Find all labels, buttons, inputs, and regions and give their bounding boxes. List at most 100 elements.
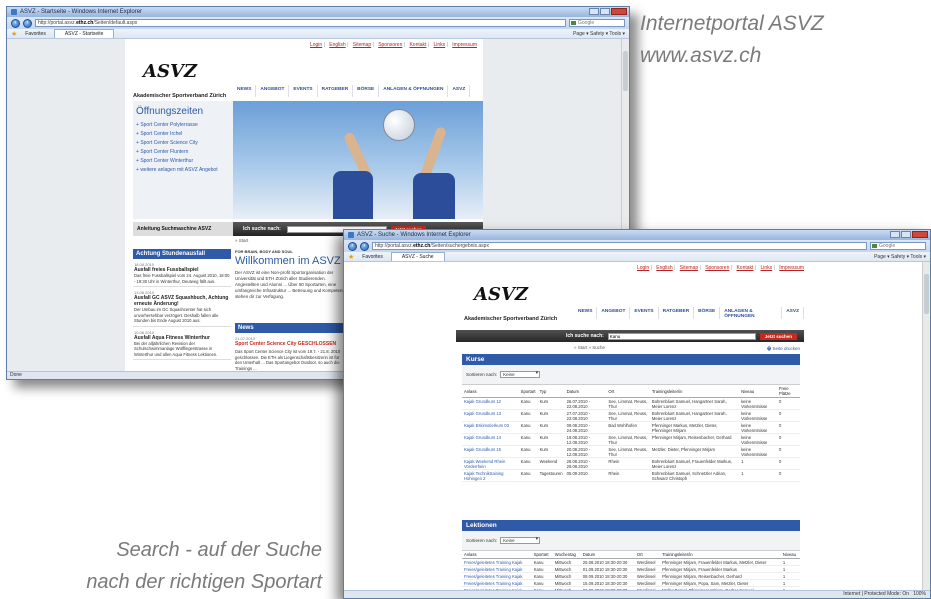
print-page-link[interactable]: 🖶 Seite drucken — [767, 345, 800, 353]
column-header[interactable]: Anlass — [462, 385, 519, 398]
back-button[interactable]: ‹ — [11, 18, 20, 28]
command-bar-tools[interactable]: Page ▾ Safety ▾ Tools ▾ — [874, 254, 926, 260]
top-link[interactable]: English — [329, 42, 345, 48]
nav-item[interactable]: EVENTS — [630, 307, 659, 319]
result-link[interactable]: Kajak Grundkurs 13 — [462, 409, 519, 422]
tab-startseite[interactable]: ASVZ - Startseite — [53, 29, 115, 38]
result-link[interactable]: Kajak Weekend Rhein Vorderrhein — [462, 457, 519, 470]
result-link[interactable]: Kajak Grundkurs 14 — [462, 433, 519, 446]
opening-hours-link[interactable]: Sport Center Winterthur — [136, 157, 230, 166]
result-link[interactable]: Kajak Eskimotierkurs 03 — [462, 421, 519, 434]
notice-headline[interactable]: Ausfall GC ASVZ Squashbuch, Achtung erne… — [134, 295, 230, 307]
nav-item[interactable]: BÖRSE — [694, 307, 721, 319]
column-header[interactable]: Niveau — [780, 551, 800, 559]
column-header[interactable]: Datum — [564, 385, 607, 398]
table-cell: 1 — [780, 558, 800, 566]
command-bar-tools[interactable]: Page ▾ Safety ▾ Tools ▾ — [573, 31, 625, 37]
result-link[interactable]: Kajak Grundkurs 12 — [462, 397, 519, 410]
scrollbar-thumb[interactable] — [623, 51, 628, 91]
top-link[interactable]: Sitemap — [680, 265, 698, 271]
top-link[interactable]: Sitemap — [353, 42, 371, 48]
site-search-input[interactable]: Kanu — [607, 332, 756, 340]
top-link[interactable]: Links — [761, 265, 773, 271]
top-link[interactable]: Impressum — [452, 42, 477, 48]
result-link[interactable]: Freies/geleitetes Training Kajak — [462, 558, 532, 566]
lektionen-sort-select[interactable]: Keine — [500, 537, 541, 544]
url-field[interactable]: http://portal.asvz.ethz.ch/Seiten/defaul… — [35, 19, 566, 27]
kurse-sort-select[interactable]: Keine — [500, 371, 541, 378]
result-link[interactable]: Kajak Techniktraining Hohingen 2 — [462, 469, 519, 482]
column-header[interactable]: Ort — [606, 385, 650, 398]
nav-item[interactable]: RATGEBER — [318, 85, 354, 97]
nav-item[interactable]: RATGEBER — [659, 307, 695, 319]
column-header[interactable]: Anlass — [462, 551, 532, 559]
window-titlebar[interactable]: ASVZ - Startseite - Windows Internet Exp… — [7, 7, 629, 17]
top-link[interactable]: Sponsoren — [378, 42, 402, 48]
column-header[interactable]: Sportart — [531, 551, 553, 559]
nav-item[interactable]: ANLAGEN & ÖFFNUNGEN — [379, 85, 449, 97]
result-link[interactable]: Freies/geleitetes Training Kajak — [462, 572, 532, 580]
column-header[interactable]: Trainingsleiter/in — [649, 385, 740, 398]
opening-hours-link[interactable]: Sport Center Polyterrasse — [136, 121, 230, 130]
zoom-level[interactable]: 100% — [913, 591, 926, 597]
favorites-star-icon[interactable]: ★ — [11, 30, 17, 38]
asvz-logo[interactable]: ASVZ — [143, 61, 197, 82]
vertical-scrollbar[interactable] — [922, 262, 930, 590]
window-titlebar[interactable]: ASVZ - Suche - Windows Internet Explorer — [344, 230, 930, 240]
favorites-label[interactable]: Favorites — [362, 254, 383, 260]
search-input[interactable]: Google — [870, 242, 926, 250]
scrollbar-thumb[interactable] — [924, 274, 929, 314]
nav-item[interactable]: ANLAGEN & ÖFFNUNGEN — [720, 307, 783, 319]
top-link[interactable]: Kontakt — [736, 265, 753, 271]
top-link[interactable]: Impressum — [779, 265, 804, 271]
favorites-star-icon[interactable]: ★ — [348, 253, 354, 261]
minimize-button[interactable] — [890, 231, 900, 238]
column-header[interactable]: Sportart — [518, 385, 538, 398]
result-link[interactable]: Freies/geleitetes Training Kajak — [462, 565, 532, 573]
minimize-button[interactable] — [589, 8, 599, 15]
search-input[interactable]: Google — [569, 19, 625, 27]
url-field[interactable]: http://portal.asvz.ethz.ch/Seiten/sucher… — [372, 242, 867, 250]
tab-suche[interactable]: ASVZ - Suche — [390, 252, 445, 261]
column-header[interactable]: Trainingsleiter/in — [660, 551, 781, 559]
nav-item[interactable]: ANGEBOT — [256, 85, 290, 97]
nav-item[interactable]: ANGEBOT — [597, 307, 631, 319]
column-header[interactable]: Datum — [580, 551, 635, 559]
nav-item[interactable]: EVENTS — [289, 85, 318, 97]
maximize-button[interactable] — [600, 8, 610, 15]
top-link[interactable]: Links — [434, 42, 446, 48]
column-header[interactable]: Niveau — [739, 385, 777, 398]
search-guide-link[interactable]: Anleitung Suchmaschine ASVZ — [133, 222, 233, 236]
nav-item[interactable]: NEWS — [233, 85, 257, 97]
nav-item[interactable]: BÖRSE — [353, 85, 380, 97]
top-link[interactable]: Sponsoren — [705, 265, 729, 271]
column-header[interactable]: Ort — [634, 551, 661, 559]
top-link[interactable]: Kontakt — [409, 42, 426, 48]
nav-item[interactable]: ASVZ — [782, 307, 804, 319]
column-header[interactable]: Freie Plätze — [777, 385, 800, 398]
top-link[interactable]: English — [656, 265, 672, 271]
table-cell: Kanu — [531, 579, 553, 587]
opening-hours-link[interactable]: Sport Center Irchel — [136, 130, 230, 139]
opening-hours-link[interactable]: Sport Center Fluntern — [136, 148, 230, 157]
nav-item[interactable]: NEWS — [574, 307, 598, 319]
search-submit-button[interactable]: Jetzt suchen — [759, 332, 798, 340]
news-headline[interactable]: Sport Center Science City GESCHLOSSEN — [235, 341, 345, 347]
opening-hours-link[interactable]: Sport Center Science City — [136, 139, 230, 148]
result-link[interactable]: Freies/geleitetes Training Kajak — [462, 579, 532, 587]
column-header[interactable]: Wochentag — [552, 551, 581, 559]
forward-button[interactable]: › — [23, 18, 32, 28]
asvz-logo[interactable]: ASVZ — [474, 284, 528, 305]
close-button[interactable] — [611, 8, 627, 15]
column-header[interactable]: Typ — [537, 385, 565, 398]
maximize-button[interactable] — [901, 231, 911, 238]
top-link[interactable]: Login — [310, 42, 322, 48]
nav-item[interactable]: ASVZ — [448, 85, 471, 97]
favorites-label[interactable]: Favorites — [25, 31, 46, 37]
back-button[interactable]: ‹ — [348, 241, 357, 251]
opening-hours-link[interactable]: weitere anlagen mit ASVZ Angebot — [136, 166, 230, 175]
close-button[interactable] — [912, 231, 928, 238]
top-link[interactable]: Login — [637, 265, 649, 271]
result-link[interactable]: Kajak Grundkurs 15 — [462, 445, 519, 458]
forward-button[interactable]: › — [360, 241, 369, 251]
